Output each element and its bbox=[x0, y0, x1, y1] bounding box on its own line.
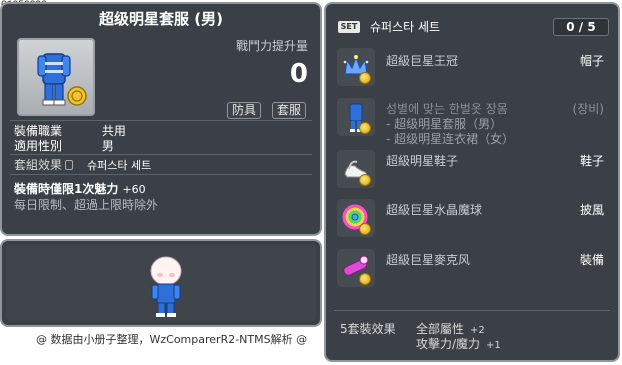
credit-text: @ 数据由小册子整理，WzComparerR2-NTMS解析 @ bbox=[36, 333, 308, 346]
set-panel: SET 슈퍼스타 세트 0 / 5 超級巨星王冠 帽子 성별에 맞는 한벌옷 장… bbox=[324, 2, 620, 362]
coin-icon bbox=[359, 174, 371, 186]
lock-icon bbox=[65, 160, 74, 170]
set-item-name: 超級巨星水晶魔球 bbox=[386, 203, 483, 217]
coin-icon bbox=[359, 223, 371, 235]
set-effect-row: 套組效果 슈퍼스타 세트 bbox=[14, 156, 151, 173]
set-item-slot: 裝備 bbox=[579, 253, 604, 267]
set-effect-value: +1 bbox=[486, 340, 501, 351]
set-effect-summary-label: 5套裝效果 bbox=[340, 322, 396, 336]
divider bbox=[10, 174, 312, 175]
set-item-slot: 披風 bbox=[579, 203, 604, 217]
gender-value: 男 bbox=[101, 139, 114, 153]
coin-icon bbox=[359, 273, 371, 285]
divider bbox=[10, 120, 312, 121]
set-item-name: 超級巨星王冠 bbox=[386, 54, 459, 68]
coin-icon bbox=[359, 122, 371, 134]
charm-bonus-text: 裝備時僅限1次魅力 bbox=[14, 182, 119, 196]
coin-icon bbox=[359, 72, 371, 84]
overall-icon bbox=[37, 53, 87, 106]
item-tooltip-panel: 超级明星套服 (男) 戰鬥力提升量 0 防具 套服 裝備職業 共用 適用性別 男… bbox=[0, 2, 322, 236]
set-effect-text: 攻擊力/魔力 bbox=[416, 337, 481, 351]
set-item-slot: (장비) bbox=[572, 102, 604, 116]
armor-tag: 防具 bbox=[227, 102, 262, 119]
item-icon-frame bbox=[17, 38, 95, 116]
shoes-icon bbox=[337, 150, 375, 188]
set-item-slot: 帽子 bbox=[579, 54, 604, 68]
overall-icon bbox=[337, 98, 375, 136]
power-increase-label: 戰鬥力提升量 bbox=[235, 39, 308, 53]
charm-bonus-value: +60 bbox=[122, 183, 146, 196]
set-item-name: 超級巨星麥克风 bbox=[386, 253, 471, 267]
set-effect-line: 攻擊力/魔力 +1 bbox=[416, 335, 501, 352]
set-title: 슈퍼스타 세트 bbox=[370, 20, 441, 34]
set-effect-label: 套組效果 bbox=[14, 158, 63, 172]
power-increase-value: 0 bbox=[289, 59, 308, 89]
charm-bonus: 裝備時僅限1次魅力 +60 bbox=[14, 180, 146, 197]
set-item-slot: 鞋子 bbox=[579, 154, 604, 168]
limit-note: 每日限制、超過上限時除外 bbox=[14, 198, 159, 212]
microphone-icon bbox=[337, 249, 375, 287]
divider bbox=[334, 310, 610, 311]
character-avatar-icon bbox=[150, 256, 182, 317]
set-count: 0 / 5 bbox=[553, 18, 609, 36]
character-preview-panel bbox=[0, 239, 322, 327]
divider bbox=[10, 154, 312, 155]
job-value: 共用 bbox=[101, 124, 126, 138]
item-title: 超级明星套服 (男) bbox=[99, 10, 223, 28]
overall-tag: 套服 bbox=[272, 102, 307, 119]
gender-label: 適用性別 bbox=[14, 139, 63, 153]
crystal-orb-icon bbox=[337, 199, 375, 237]
set-item-subline: - 超级明星连衣裙（女） bbox=[386, 132, 515, 146]
crown-icon bbox=[337, 48, 375, 86]
character-preview bbox=[6, 245, 316, 321]
gender-row: 適用性別 男 bbox=[14, 137, 114, 154]
set-effect-name: 슈퍼스타 세트 bbox=[87, 159, 152, 172]
set-badge: SET bbox=[338, 21, 360, 33]
set-effect-text: 全部屬性 bbox=[416, 322, 465, 336]
set-item-name: 超級明星鞋子 bbox=[386, 154, 459, 168]
